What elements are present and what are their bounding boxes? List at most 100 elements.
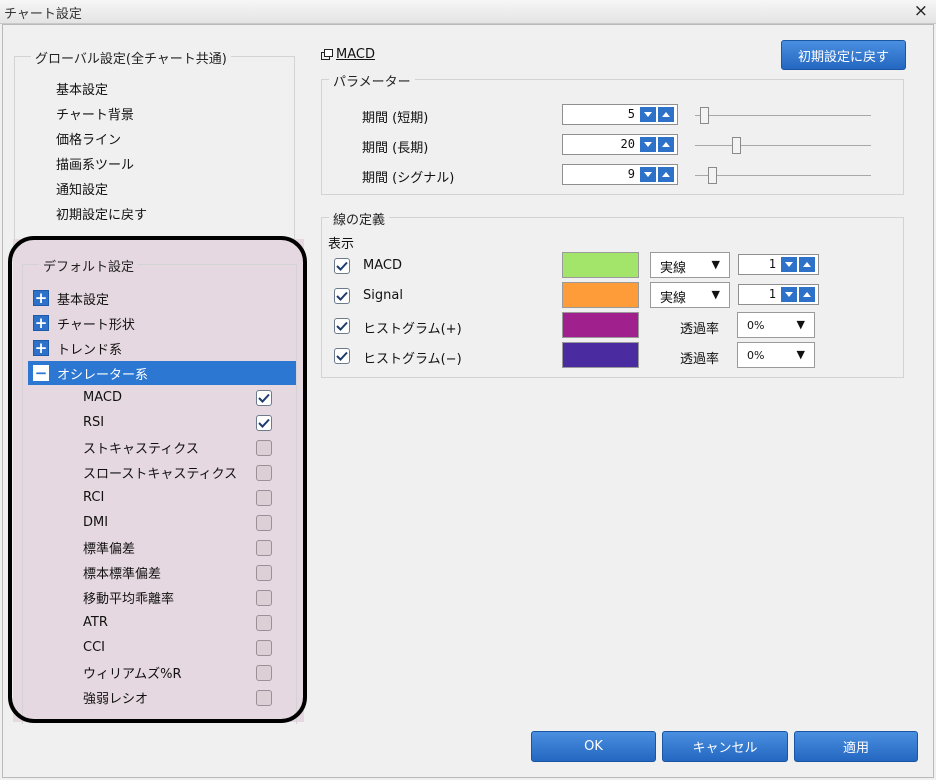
- check-icon: [336, 351, 348, 361]
- oscillator-item-williams-r[interactable]: ウィリアムズ%R: [28, 660, 296, 685]
- oscillator-item-rci[interactable]: RCI: [28, 485, 296, 510]
- line-width-input-macd[interactable]: 1: [738, 254, 819, 275]
- oscillator-item-sample-std-dev[interactable]: 標本標準偏差: [28, 560, 296, 585]
- oscillator-checkbox[interactable]: [256, 589, 272, 606]
- oscillator-item-slow-stochastics[interactable]: スローストキャスティクス: [28, 460, 296, 485]
- param-slider-signal-thumb[interactable]: [708, 167, 717, 184]
- oscillator-item-stochastics[interactable]: ストキャスティクス: [28, 435, 296, 460]
- ok-button[interactable]: OK: [531, 731, 656, 762]
- line-checkbox-signal[interactable]: [334, 288, 350, 304]
- tree-node-basic[interactable]: + 基本設定: [28, 286, 296, 310]
- param-value: 5: [627, 107, 635, 121]
- spin-down-icon[interactable]: [781, 287, 797, 302]
- global-item-drawing-tools[interactable]: 描画系ツール: [56, 154, 134, 173]
- oscillator-item-strength-ratio[interactable]: 強弱レシオ: [28, 685, 296, 710]
- oscillator-item-rsi[interactable]: RSI: [28, 410, 296, 435]
- spin-up-icon[interactable]: [799, 287, 815, 302]
- spin-down-icon[interactable]: [640, 107, 656, 122]
- param-label-short: 期間 (短期): [362, 111, 429, 126]
- parameters-legend: パラメーター: [329, 71, 415, 90]
- color-swatch-macd[interactable]: [562, 252, 639, 278]
- oscillator-checkbox[interactable]: [256, 439, 272, 456]
- spin-up-icon[interactable]: [658, 167, 674, 182]
- tree-node-oscillator[interactable]: − オシレーター系: [28, 361, 296, 385]
- oscillator-label: ATR: [83, 615, 108, 630]
- transparency-select-minus[interactable]: 0% ▼: [737, 342, 815, 368]
- spin-down-icon[interactable]: [640, 137, 656, 152]
- param-input-short[interactable]: 5: [562, 104, 678, 125]
- global-item-price-line[interactable]: 価格ライン: [56, 129, 121, 148]
- tree-node-trend[interactable]: + トレンド系: [28, 336, 296, 360]
- width-value: 1: [768, 287, 776, 301]
- title-bar: チャート設定 ×: [0, 0, 936, 24]
- global-item-chart-background[interactable]: チャート背景: [56, 104, 134, 123]
- apply-button[interactable]: 適用: [794, 731, 918, 762]
- window-title: チャート設定: [4, 7, 82, 22]
- reset-to-default-button[interactable]: 初期設定に戻す: [781, 40, 906, 70]
- oscillator-item-dmi[interactable]: DMI: [28, 510, 296, 535]
- oscillator-item-atr[interactable]: ATR: [28, 610, 296, 635]
- macd-title-link[interactable]: MACD: [321, 47, 375, 62]
- color-swatch-signal[interactable]: [562, 282, 639, 308]
- oscillator-label: RCI: [83, 490, 105, 505]
- oscillator-checkbox[interactable]: [256, 414, 272, 431]
- oscillator-checkbox[interactable]: [256, 564, 272, 581]
- oscillator-checkbox[interactable]: [256, 464, 272, 481]
- oscillator-label: ストキャスティクス: [83, 442, 199, 457]
- line-checkbox-macd[interactable]: [334, 258, 350, 274]
- global-item-notification[interactable]: 通知設定: [56, 179, 108, 198]
- param-slider-signal[interactable]: [695, 175, 871, 176]
- oscillator-item-cci[interactable]: CCI: [28, 635, 296, 660]
- check-icon: [258, 418, 270, 428]
- param-input-long[interactable]: 20: [562, 134, 678, 155]
- line-style-select-signal[interactable]: 実線 ▼: [650, 282, 730, 308]
- oscillator-item-std-dev[interactable]: 標準偏差: [28, 535, 296, 560]
- line-width-input-signal[interactable]: 1: [738, 284, 819, 305]
- line-style-select-macd[interactable]: 実線 ▼: [650, 252, 730, 278]
- transparency-label-minus: 透過率: [680, 352, 720, 367]
- oscillator-item-ma-deviation[interactable]: 移動平均乖離率: [28, 585, 296, 610]
- oscillator-checkbox[interactable]: [256, 689, 272, 706]
- oscillator-checkbox[interactable]: [256, 664, 272, 681]
- param-value: 20: [620, 137, 635, 151]
- tree-node-chart-shape[interactable]: + チャート形状: [28, 311, 296, 335]
- spin-up-icon[interactable]: [658, 107, 674, 122]
- expand-icon[interactable]: +: [33, 340, 49, 356]
- close-icon[interactable]: ×: [914, 1, 928, 21]
- line-checkbox-histogram-plus[interactable]: [334, 318, 350, 334]
- global-item-basic[interactable]: 基本設定: [56, 79, 108, 98]
- global-settings-legend: グローバル設定(全チャート共通): [31, 48, 231, 67]
- oscillator-checkbox[interactable]: [256, 639, 272, 656]
- cancel-button[interactable]: キャンセル: [662, 731, 788, 762]
- global-item-reset[interactable]: 初期設定に戻す: [56, 204, 147, 223]
- oscillator-label: ウィリアムズ%R: [83, 667, 182, 682]
- color-swatch-histogram-minus[interactable]: [562, 342, 639, 368]
- param-slider-long[interactable]: [695, 145, 871, 146]
- oscillator-item-macd[interactable]: MACD: [28, 385, 296, 410]
- oscillator-checkbox[interactable]: [256, 614, 272, 631]
- spin-up-icon[interactable]: [799, 257, 815, 272]
- chevron-down-icon: ▼: [711, 288, 720, 301]
- oscillator-checkbox[interactable]: [256, 539, 272, 556]
- tree-node-label: チャート形状: [57, 317, 135, 333]
- chevron-down-icon: ▼: [796, 348, 805, 361]
- expand-icon[interactable]: +: [33, 315, 49, 331]
- param-input-signal[interactable]: 9: [562, 164, 678, 185]
- param-slider-long-thumb[interactable]: [732, 137, 741, 154]
- expand-icon[interactable]: +: [33, 290, 49, 306]
- spin-down-icon[interactable]: [640, 167, 656, 182]
- global-settings-group: グローバル設定(全チャート共通) 基本設定 チャート背景 価格ライン 描画系ツー…: [14, 48, 295, 242]
- oscillator-checkbox[interactable]: [256, 514, 272, 531]
- line-name-macd: MACD: [363, 258, 402, 273]
- oscillator-checkbox[interactable]: [256, 389, 272, 406]
- spin-down-icon[interactable]: [781, 257, 797, 272]
- param-slider-short[interactable]: [695, 115, 871, 116]
- spin-up-icon[interactable]: [658, 137, 674, 152]
- color-swatch-histogram-plus[interactable]: [562, 312, 639, 338]
- param-slider-short-thumb[interactable]: [700, 107, 709, 124]
- transparency-select-plus[interactable]: 0% ▼: [737, 312, 815, 338]
- oscillator-checkbox[interactable]: [256, 489, 272, 506]
- collapse-icon[interactable]: −: [33, 365, 49, 381]
- select-value: 実線: [660, 291, 687, 306]
- line-checkbox-histogram-minus[interactable]: [334, 348, 350, 364]
